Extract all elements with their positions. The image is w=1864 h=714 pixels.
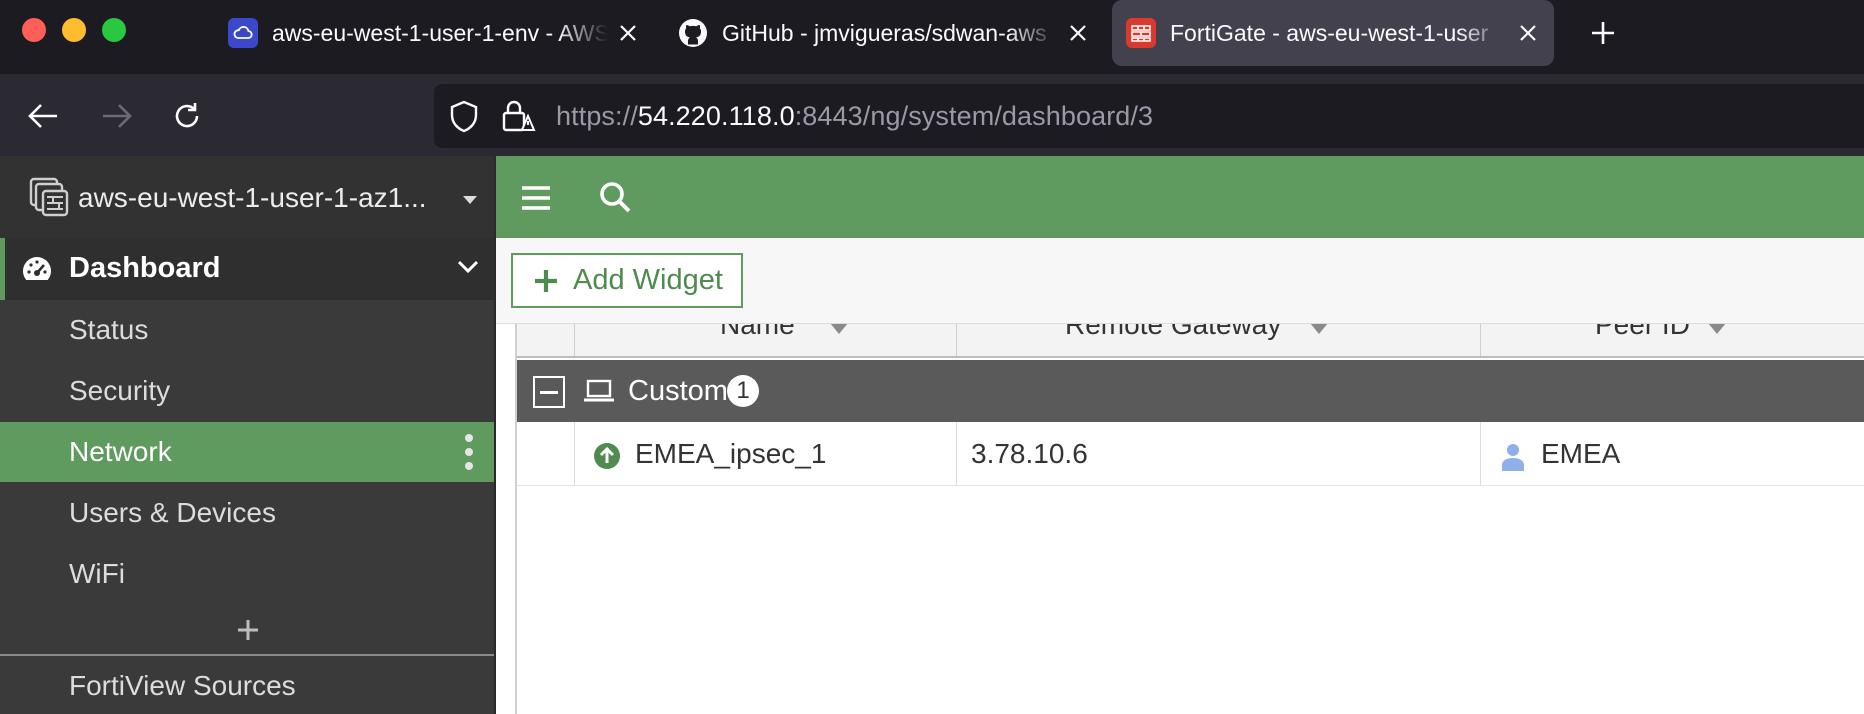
header-spacer <box>517 324 575 356</box>
hamburger-menu-icon[interactable] <box>516 178 556 218</box>
back-button[interactable] <box>20 93 66 139</box>
sidebar-item-label: Network <box>69 436 172 467</box>
window-zoom-button[interactable] <box>102 18 126 42</box>
reload-button[interactable] <box>164 93 210 139</box>
forward-button[interactable] <box>94 93 140 139</box>
github-icon <box>678 18 708 48</box>
window-minimize-button[interactable] <box>62 18 86 42</box>
plus-icon <box>238 620 258 640</box>
url-prefix: https:// <box>556 101 638 131</box>
new-tab-button[interactable] <box>1584 14 1622 52</box>
cloud-icon <box>228 18 258 48</box>
column-label: Remote Gateway <box>1065 324 1282 340</box>
column-label: Peer ID <box>1595 324 1690 340</box>
menu-dashboard[interactable]: Dashboard <box>0 238 496 300</box>
collapse-group-icon[interactable] <box>533 376 565 408</box>
dashboard-toolbar: Add Widget <box>496 238 1864 324</box>
sidebar-item-users-devices[interactable]: Users & Devices <box>0 483 496 543</box>
tab-title: GitHub - jmvigueras/sdwan-aws <box>722 19 1047 46</box>
table-header: Name Remote Gateway Peer ID <box>517 324 1864 358</box>
sidebar-item-security[interactable]: Security <box>0 361 496 421</box>
row-spacer-cell <box>517 422 575 486</box>
sidebar-item-wifi[interactable]: WiFi <box>0 544 496 604</box>
cell-remote-gateway: 3.78.10.6 <box>957 422 1481 486</box>
sidebar-item-status[interactable]: Status <box>0 300 496 360</box>
sort-icon <box>829 324 849 341</box>
browser-tab-strip: aws-eu-west-1-user-1-env - AWS GitHub - … <box>0 0 1864 74</box>
url-text: https://54.220.118.0:8443/ng/system/dash… <box>556 101 1153 132</box>
column-header-peer-id[interactable]: Peer ID <box>1481 324 1864 356</box>
arrow-right-icon <box>103 104 132 128</box>
sidebar-item-label: Security <box>69 375 171 406</box>
browser-tab-fortigate[interactable]: FortiGate - aws-eu-west-1-user <box>1112 0 1554 66</box>
sidebar-item-fortiview-sources[interactable]: FortiView Sources <box>69 670 296 702</box>
caret-down-icon <box>462 192 478 210</box>
url-host: 54.220.118.0 <box>637 101 795 131</box>
kebab-menu-icon[interactable] <box>460 434 478 470</box>
fortigate-top-bar <box>496 156 1864 238</box>
add-widget-button[interactable]: Add Widget <box>511 253 743 308</box>
device-name: aws-eu-west-1-user-1-az1... <box>78 182 427 213</box>
cell-name: EMEA_ipsec_1 <box>575 422 957 486</box>
device-selector[interactable]: aws-eu-west-1-user-1-az1... <box>0 156 496 238</box>
sort-icon <box>1707 324 1727 341</box>
group-row-custom[interactable]: Custom 1 <box>517 360 1864 422</box>
sidebar-item-label: Status <box>69 314 149 345</box>
ipsec-table: Name Remote Gateway Peer ID Custom 1 EME… <box>515 324 1864 714</box>
add-widget-label: Add Widget <box>573 264 723 296</box>
peer-id-value: EMEA <box>1541 438 1621 469</box>
sidebar-item-label: Users & Devices <box>69 497 276 528</box>
column-header-name[interactable]: Name <box>575 324 957 356</box>
search-icon[interactable] <box>594 176 636 218</box>
table-row[interactable]: EMEA_ipsec_1 3.78.10.6 EMEA <box>517 422 1864 486</box>
window-close-button[interactable] <box>22 18 46 42</box>
close-icon[interactable] <box>1064 19 1092 47</box>
browser-tab-github[interactable]: GitHub - jmvigueras/sdwan-aws <box>670 0 1092 66</box>
close-icon[interactable] <box>1514 19 1542 47</box>
url-path: :8443/ng/system/dashboard/3 <box>794 101 1154 131</box>
url-bar[interactable]: https://54.220.118.0:8443/ng/system/dash… <box>434 84 1864 148</box>
chevron-down-icon <box>457 260 479 279</box>
plus-icon <box>533 268 559 294</box>
tab-title: aws-eu-west-1-user-1-env - AWS <box>272 19 608 46</box>
browser-nav-bar: https://54.220.118.0:8443/ng/system/dash… <box>0 74 1864 156</box>
count-badge: 1 <box>727 375 759 407</box>
column-header-remote-gateway[interactable]: Remote Gateway <box>957 324 1481 356</box>
sidebar: aws-eu-west-1-user-1-az1... Dashboard St… <box>0 156 496 714</box>
sidebar-divider <box>0 654 494 656</box>
tab-title: FortiGate - aws-eu-west-1-user <box>1170 19 1489 46</box>
lock-warning-icon[interactable] <box>500 98 536 139</box>
sidebar-item-network[interactable]: Network <box>0 422 496 482</box>
shield-icon[interactable] <box>448 100 480 139</box>
laptop-icon <box>583 378 615 409</box>
cell-peer-id: EMEA <box>1481 422 1864 486</box>
arrow-left-icon <box>28 104 57 128</box>
sort-icon <box>1309 324 1329 341</box>
sidebar-item-label: WiFi <box>69 558 125 589</box>
plus-icon <box>1592 22 1614 44</box>
close-icon[interactable] <box>614 19 642 47</box>
browser-tab-aws[interactable]: aws-eu-west-1-user-1-env - AWS <box>220 0 642 66</box>
tunnel-name: EMEA_ipsec_1 <box>635 438 827 469</box>
status-up-icon <box>593 442 621 475</box>
add-dashboard-button[interactable] <box>234 616 262 644</box>
column-label: Name <box>720 324 795 340</box>
dashboard-label: Dashboard <box>69 252 221 284</box>
fortigate-device-icon <box>28 176 70 223</box>
remote-gateway-value: 3.78.10.6 <box>971 438 1088 469</box>
fortigate-icon <box>1126 18 1156 48</box>
user-icon <box>1501 442 1525 477</box>
ipsec-widget: Name Remote Gateway Peer ID Custom 1 EME… <box>496 324 1864 714</box>
reload-icon <box>175 103 199 128</box>
dashboard-gauge-icon <box>21 254 53 287</box>
group-label: Custom <box>628 375 728 407</box>
